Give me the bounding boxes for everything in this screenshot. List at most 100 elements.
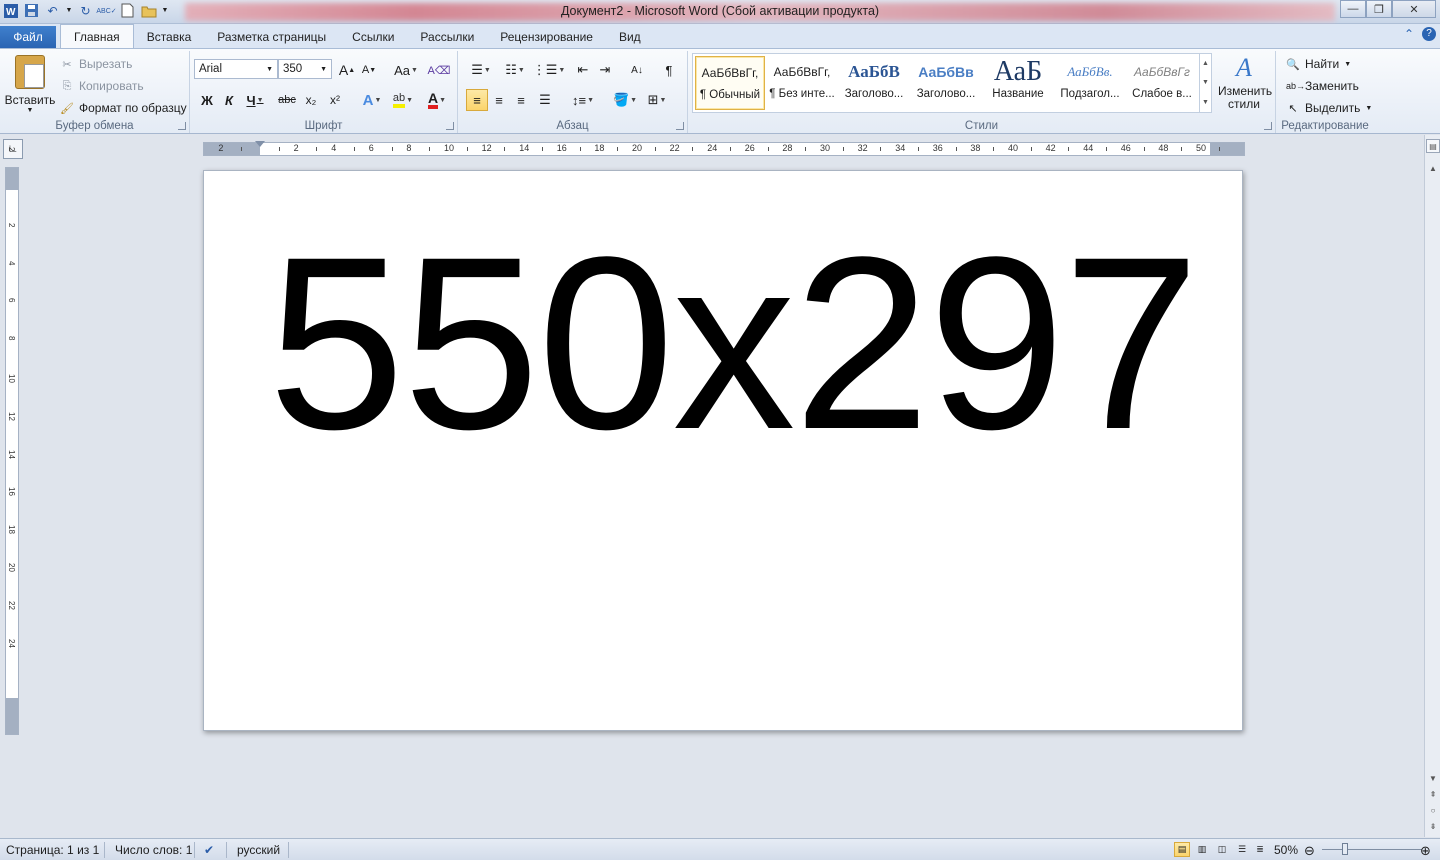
vertical-ruler[interactable]: 2 2 4 6 8 10 12 14 16 18 20 22 24 (5, 147, 19, 735)
vertical-scrollbar[interactable]: ▤ ▲ ▼ ⇞ ○ ⇟ (1424, 135, 1440, 837)
align-left-button[interactable]: ≡ (466, 89, 488, 111)
style-title[interactable]: АаБ Название (983, 56, 1053, 110)
scroll-down-icon[interactable]: ▼ (1426, 771, 1440, 785)
select-button[interactable]: ↖ Выделить ▼ (1286, 99, 1372, 117)
horizontal-ruler[interactable]: 2 2 4 6 8 10 12 14 16 18 20 22 24 26 28 30 32 34 36 38 40 42 4… (203, 141, 1245, 156)
underline-button[interactable]: Ч ▼ (240, 89, 270, 111)
tab-review[interactable]: Рецензирование (487, 26, 606, 48)
change-case-button[interactable]: Aa ▼ (392, 59, 420, 81)
outline-view-icon[interactable]: ☰ (1234, 842, 1250, 857)
style-normal[interactable]: АаБбВвГг, ¶ Обычный (695, 56, 765, 110)
superscript-button[interactable]: x² (324, 89, 346, 111)
style-heading-2[interactable]: АаБбВв Заголово... (911, 56, 981, 110)
show-marks-button[interactable]: ¶ (658, 59, 680, 81)
format-painter-button[interactable]: 🖌 Формат по образцу (60, 99, 187, 117)
help-icon[interactable]: ? (1422, 27, 1436, 41)
font-color-button[interactable]: A ▼ (422, 89, 452, 111)
font-size-combo[interactable]: 350 ▼ (278, 59, 332, 79)
replace-button[interactable]: ab→ Заменить (1286, 77, 1359, 95)
tab-page-layout[interactable]: Разметка страницы (204, 26, 339, 48)
style-subtitle[interactable]: АаБбВв. Подзагол... (1055, 56, 1125, 110)
new-document-icon[interactable] (119, 2, 136, 19)
ruler-toggle-icon[interactable]: ▤ (1426, 139, 1440, 153)
zoom-slider[interactable] (1322, 849, 1422, 850)
chevron-down-icon[interactable]: ▼ (1202, 79, 1209, 86)
copy-button[interactable]: ⎘ Копировать (60, 77, 144, 95)
tab-home[interactable]: Главная (60, 24, 134, 48)
minimize-icon[interactable]: — (1340, 0, 1366, 18)
italic-button[interactable]: К (218, 89, 240, 111)
text-effects-button[interactable]: A ▼ (358, 89, 386, 111)
chevron-up-icon[interactable]: ▲ (1202, 60, 1209, 67)
numbering-button[interactable]: ☷ ▼ (500, 59, 530, 81)
style-heading-1[interactable]: АаБбВ Заголово... (839, 56, 909, 110)
open-folder-icon[interactable] (140, 2, 157, 19)
font-family-combo[interactable]: Arial ▼ (194, 59, 278, 79)
full-screen-reading-icon[interactable]: ▥ (1194, 842, 1210, 857)
zoom-level[interactable]: 50% (1274, 843, 1298, 857)
increase-indent-button[interactable]: ⇥ (594, 59, 616, 81)
zoom-slider-thumb[interactable] (1342, 843, 1348, 855)
decrease-indent-button[interactable]: ⇤ (572, 59, 594, 81)
draft-view-icon[interactable]: ≣ (1252, 842, 1268, 857)
font-family-value: Arial (199, 63, 223, 75)
print-layout-icon[interactable]: ▤ (1174, 842, 1190, 857)
subscript-button[interactable]: x₂ (300, 89, 322, 111)
font-launcher-icon[interactable] (446, 122, 454, 130)
word-app-icon[interactable]: W (2, 2, 19, 19)
highlight-button[interactable]: ab ▼ (388, 89, 418, 111)
align-right-button[interactable]: ≡ (510, 89, 532, 111)
tab-insert[interactable]: Вставка (134, 26, 205, 48)
tab-file[interactable]: Файл (0, 26, 56, 48)
tab-view[interactable]: Вид (606, 26, 654, 48)
cut-button[interactable]: ✂ Вырезать (60, 55, 132, 73)
justify-button[interactable]: ☰ (534, 89, 556, 111)
previous-page-icon[interactable]: ⇞ (1426, 787, 1440, 801)
word-count[interactable]: Число слов: 1 (115, 843, 192, 857)
web-layout-icon[interactable]: ◫ (1214, 842, 1230, 857)
paragraph-launcher-icon[interactable] (676, 122, 684, 130)
browse-object-icon[interactable]: ○ (1426, 803, 1440, 817)
page-count[interactable]: Страница: 1 из 1 (6, 843, 99, 857)
undo-dropdown-icon[interactable]: ▼ (65, 2, 73, 19)
sort-button[interactable]: A↓ (626, 59, 648, 81)
next-page-icon[interactable]: ⇟ (1426, 819, 1440, 833)
multilevel-list-button[interactable]: ⋮☰ ▼ (533, 59, 566, 81)
language-indicator[interactable]: русский (237, 843, 280, 857)
more-styles-icon[interactable]: ▼ (1202, 99, 1209, 106)
proofing-icon[interactable]: ✔ (204, 843, 214, 857)
zoom-out-icon[interactable]: ⊖ (1304, 843, 1315, 859)
document-text[interactable]: 550x297 (268, 221, 1200, 467)
shrink-font-button[interactable]: A ▼ (358, 59, 380, 81)
change-styles-button[interactable]: A Изменить стили (1214, 51, 1274, 115)
find-button[interactable]: 🔍 Найти ▼ (1286, 55, 1351, 73)
close-icon[interactable]: ✕ (1392, 0, 1436, 18)
undo-icon[interactable]: ↶ (44, 2, 61, 19)
styles-launcher-icon[interactable] (1264, 122, 1272, 130)
restore-icon[interactable]: ❐ (1366, 0, 1392, 18)
tab-references[interactable]: Ссылки (339, 26, 407, 48)
indent-marker-icon[interactable] (255, 141, 265, 147)
borders-button[interactable]: ⊞ ▼ (642, 89, 672, 111)
paste-button[interactable]: Вставить ▼ (4, 53, 56, 114)
scroll-up-icon[interactable]: ▲ (1426, 161, 1440, 175)
line-spacing-button[interactable]: ↕≡ ▼ (568, 89, 598, 111)
minimize-ribbon-icon[interactable]: ⌃ (1404, 27, 1414, 41)
align-center-button[interactable]: ≡ (488, 89, 510, 111)
bullets-button[interactable]: ☰ ▼ (466, 59, 496, 81)
clipboard-launcher-icon[interactable] (178, 122, 186, 130)
shading-button[interactable]: 🪣 ▼ (610, 89, 640, 111)
customize-qat-icon[interactable]: ▼ (161, 2, 169, 19)
save-icon[interactable] (23, 2, 40, 19)
style-subtle-emphasis[interactable]: АаБбВвГг Слабое в... (1127, 56, 1197, 110)
zoom-in-icon[interactable]: ⊕ (1420, 843, 1431, 859)
clear-formatting-button[interactable]: A⌫ (428, 59, 451, 81)
strikethrough-button[interactable]: abc (276, 89, 298, 111)
grow-font-button[interactable]: A ▲ (336, 59, 358, 81)
style-no-spacing[interactable]: АаБбВвГг, ¶ Без инте... (767, 56, 837, 110)
bold-button[interactable]: Ж (196, 89, 218, 111)
redo-icon[interactable]: ↻ (77, 2, 94, 19)
spelling-icon[interactable]: ABC✓ (96, 2, 116, 19)
document-page[interactable]: 550x297 (203, 170, 1243, 731)
tab-mailings[interactable]: Рассылки (407, 26, 487, 48)
